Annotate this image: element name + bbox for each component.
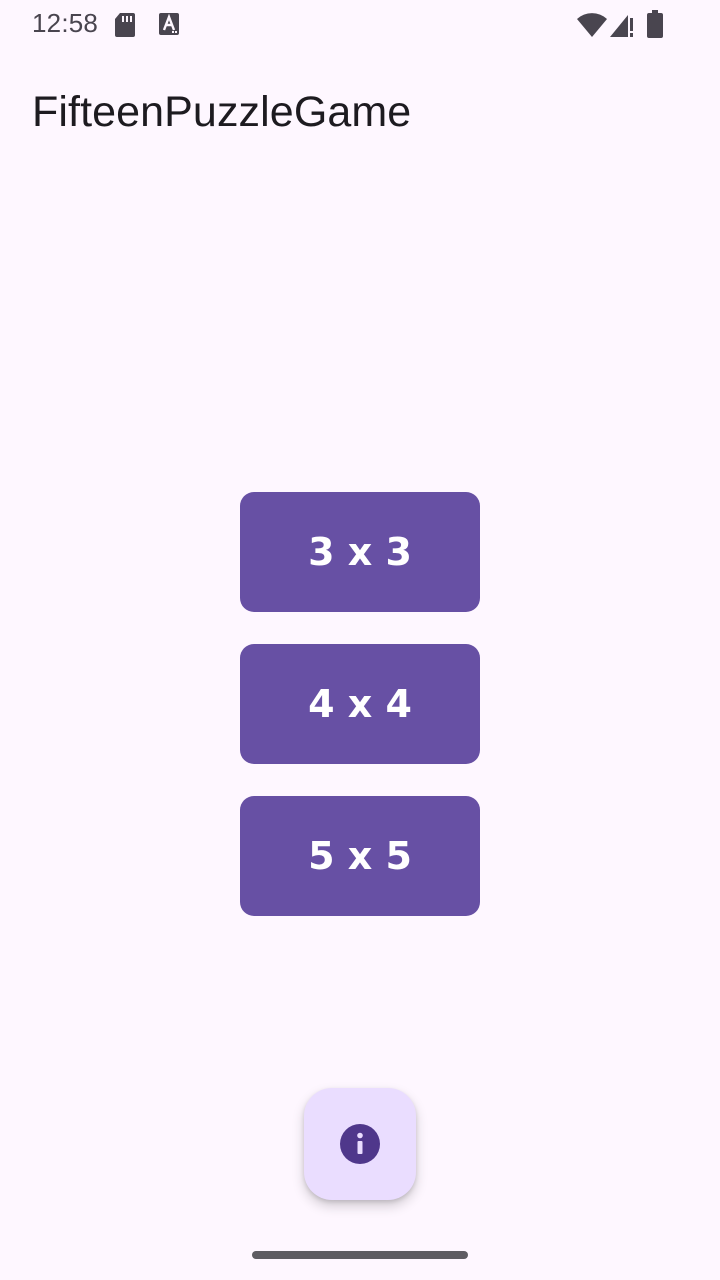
info-fab-button[interactable] (304, 1088, 416, 1200)
info-icon (340, 1124, 380, 1164)
gesture-nav-handle[interactable] (252, 1251, 468, 1259)
text-a-icon (159, 13, 179, 35)
size-3x3-button[interactable]: 3 x 3 (240, 492, 480, 612)
size-5x5-button[interactable]: 5 x 5 (240, 796, 480, 916)
app-title: FifteenPuzzleGame (32, 88, 412, 136)
size-4x4-button[interactable]: 4 x 4 (240, 644, 480, 764)
status-time: 12:58 (32, 8, 99, 38)
sd-card-icon (115, 13, 135, 37)
wifi-icon (577, 13, 607, 37)
signal-icon (610, 15, 633, 37)
status-bar: 12:58 (0, 0, 720, 48)
battery-icon (647, 10, 663, 38)
